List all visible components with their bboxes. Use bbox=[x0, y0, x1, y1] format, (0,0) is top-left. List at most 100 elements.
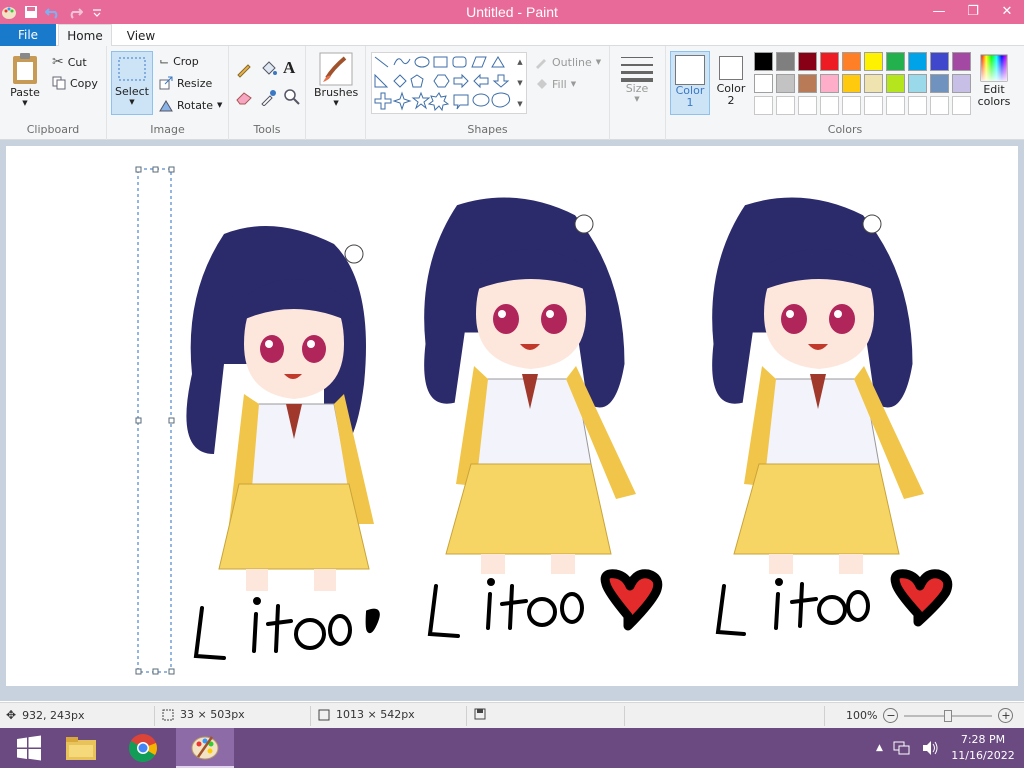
show-hidden-icons-icon[interactable]: ▲ bbox=[876, 743, 883, 753]
tab-view[interactable]: View bbox=[116, 24, 166, 47]
zoom-level: 100% bbox=[846, 709, 878, 722]
color-swatch[interactable] bbox=[864, 96, 883, 115]
folder-icon bbox=[66, 737, 96, 760]
color-swatch[interactable] bbox=[798, 96, 817, 115]
taskbar-chrome[interactable] bbox=[114, 728, 172, 768]
resize-button[interactable]: Resize bbox=[159, 76, 212, 90]
color-swatch[interactable] bbox=[908, 96, 927, 115]
title-bar: Untitled - Paint — ❐ ✕ bbox=[0, 0, 1024, 24]
copy-button[interactable]: Copy bbox=[52, 76, 98, 90]
brushes-button[interactable]: Brushes ▼ bbox=[314, 52, 358, 107]
color-swatch[interactable] bbox=[864, 52, 883, 71]
selection-icon bbox=[118, 57, 146, 81]
color-swatch[interactable] bbox=[798, 74, 817, 93]
chevron-up-icon[interactable]: ▲ bbox=[517, 58, 522, 66]
color-swatch[interactable] bbox=[886, 74, 905, 93]
color-swatch[interactable] bbox=[754, 74, 773, 93]
color-swatch[interactable] bbox=[930, 52, 949, 71]
color-swatch[interactable] bbox=[908, 74, 927, 93]
color-swatch[interactable] bbox=[798, 52, 817, 71]
color-swatch[interactable] bbox=[820, 52, 839, 71]
size-group: Size ▼ bbox=[610, 46, 666, 140]
tab-file[interactable]: File bbox=[0, 24, 56, 46]
color-swatch[interactable] bbox=[952, 74, 971, 93]
cursor-move-icon: ✥ bbox=[6, 708, 17, 722]
chevron-down-icon: ▼ bbox=[570, 80, 577, 88]
start-button[interactable] bbox=[0, 728, 58, 768]
zoom-out-button[interactable]: − bbox=[883, 708, 899, 723]
character-caption-2 bbox=[427, 578, 584, 638]
size-label: Size bbox=[625, 82, 649, 95]
color-swatch[interactable] bbox=[952, 52, 971, 71]
color-swatch[interactable] bbox=[754, 52, 773, 71]
color-swatch[interactable] bbox=[842, 96, 861, 115]
color-swatch[interactable] bbox=[952, 96, 971, 115]
color-swatch[interactable] bbox=[842, 74, 861, 93]
color-swatch[interactable] bbox=[930, 96, 949, 115]
color-swatch[interactable] bbox=[776, 74, 795, 93]
color1-button[interactable]: Color 1 bbox=[670, 51, 710, 115]
fill-bucket-icon[interactable] bbox=[259, 60, 277, 78]
color-swatch[interactable] bbox=[842, 52, 861, 71]
cut-button[interactable]: ✂ Cut bbox=[52, 54, 87, 70]
taskbar-file-explorer[interactable] bbox=[52, 728, 110, 768]
chevron-down-icon: ▼ bbox=[634, 95, 640, 103]
shapes-scroll[interactable]: ▲ ▼ ▼ bbox=[514, 52, 526, 114]
zoom-thumb[interactable] bbox=[944, 709, 953, 722]
color-swatch[interactable] bbox=[886, 52, 905, 71]
chevron-down-icon[interactable]: ▼ bbox=[517, 79, 522, 87]
eraser-icon[interactable] bbox=[235, 88, 253, 106]
close-button[interactable]: ✕ bbox=[990, 0, 1024, 22]
minimize-button[interactable]: — bbox=[922, 0, 956, 22]
zoom-slider[interactable] bbox=[904, 709, 993, 722]
fill-button[interactable]: Fill ▼ bbox=[534, 77, 576, 91]
color-swatch[interactable] bbox=[776, 52, 795, 71]
clock[interactable]: 7:28 PM 11/16/2022 bbox=[946, 728, 1020, 768]
file-size bbox=[474, 708, 486, 720]
color2-button[interactable]: Color 2 bbox=[716, 56, 746, 107]
drawing-canvas[interactable] bbox=[6, 146, 1018, 686]
color-swatch[interactable] bbox=[908, 52, 927, 71]
cursor-position: ✥ 932, 243px bbox=[6, 708, 85, 722]
zoom-in-button[interactable]: + bbox=[998, 708, 1014, 723]
tab-home[interactable]: Home bbox=[58, 24, 112, 47]
paste-label: Paste bbox=[10, 86, 40, 99]
select-button[interactable]: Select ▼ bbox=[111, 51, 153, 115]
pencil-icon[interactable] bbox=[235, 60, 253, 78]
edit-colors-button[interactable]: Edit colors bbox=[974, 54, 1014, 108]
volume-icon[interactable] bbox=[921, 740, 939, 756]
ribbon-tabs: File Home View bbox=[0, 24, 1024, 47]
character-caption-1 bbox=[193, 597, 380, 660]
rotate-button[interactable]: Rotate ▼ bbox=[159, 98, 222, 112]
outline-button[interactable]: Outline ▼ bbox=[534, 55, 601, 69]
maximize-button[interactable]: ❐ bbox=[956, 0, 990, 22]
crop-button[interactable]: ⌙ Crop bbox=[159, 54, 199, 68]
color-swatch[interactable] bbox=[776, 96, 795, 115]
canvas-area[interactable] bbox=[0, 140, 1024, 701]
rotate-icon bbox=[159, 100, 173, 112]
rotate-label: Rotate bbox=[177, 98, 214, 112]
color-swatch[interactable] bbox=[864, 74, 883, 93]
taskbar-paint[interactable] bbox=[176, 728, 234, 768]
disk-icon bbox=[474, 708, 486, 720]
select-label: Select bbox=[115, 85, 149, 98]
chrome-icon bbox=[129, 734, 157, 763]
color-swatch[interactable] bbox=[930, 74, 949, 93]
outline-label: Outline bbox=[552, 55, 592, 69]
color-picker-icon[interactable] bbox=[259, 88, 277, 106]
color-swatch[interactable] bbox=[754, 96, 773, 115]
taskbar: ▲ 7:28 PM 11/16/2022 bbox=[0, 728, 1024, 768]
color-swatch[interactable] bbox=[886, 96, 905, 115]
color-swatch[interactable] bbox=[820, 74, 839, 93]
magnifier-icon[interactable] bbox=[283, 88, 301, 106]
color-swatch[interactable] bbox=[820, 96, 839, 115]
color1-label: Color 1 bbox=[675, 84, 705, 109]
colors-group: Color 1 Color 2 Edit colors Colors bbox=[666, 46, 1024, 140]
network-icon[interactable] bbox=[893, 740, 911, 756]
paste-button[interactable]: Paste ▼ bbox=[10, 52, 40, 107]
clock-date: 11/16/2022 bbox=[951, 749, 1015, 762]
expand-icon[interactable]: ▼ bbox=[517, 100, 522, 108]
shapes-gallery[interactable] bbox=[371, 52, 527, 114]
size-button[interactable]: Size ▼ bbox=[620, 54, 654, 103]
text-tool-icon[interactable]: A bbox=[283, 58, 295, 78]
